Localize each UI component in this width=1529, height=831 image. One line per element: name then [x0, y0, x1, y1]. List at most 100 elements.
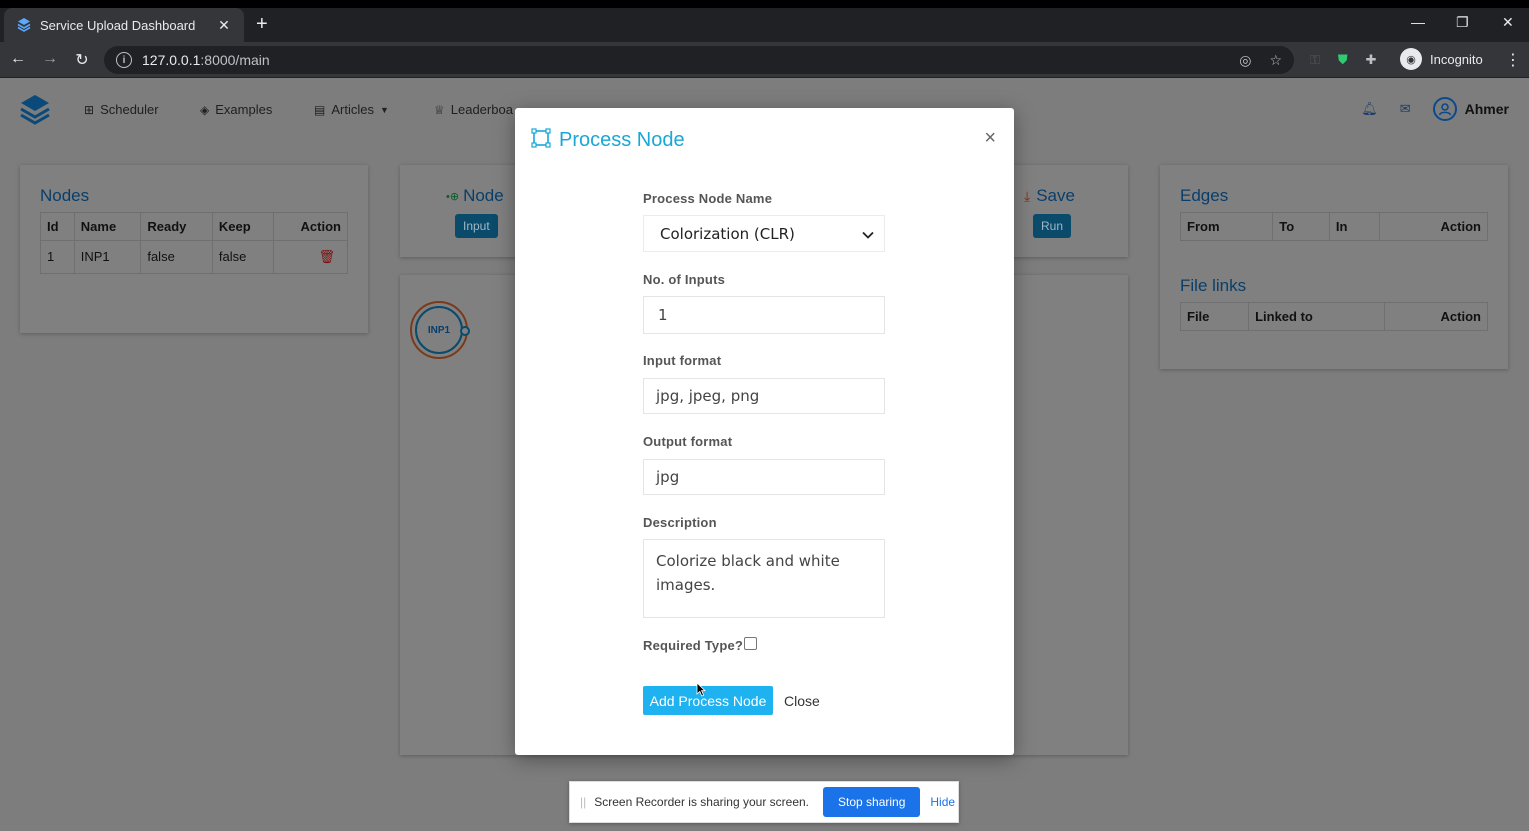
process-node-icon [531, 128, 551, 153]
input-node-button[interactable]: Input [455, 214, 498, 238]
modal-header: Process Node [531, 128, 685, 153]
browser-tab[interactable]: Service Upload Dashboard ✕ [4, 8, 244, 42]
bell-icon[interactable]: 🔔︎ [1361, 101, 1378, 117]
new-tab-button[interactable]: + [256, 14, 268, 34]
add-process-node-button[interactable]: Add Process Node [643, 686, 773, 715]
modal-close-icon[interactable]: × [984, 128, 996, 148]
incognito-icon: ◉ [1400, 48, 1422, 70]
process-node-name-select[interactable]: Colorization (CLR) [643, 215, 885, 252]
description-label: Description [643, 515, 717, 530]
incognito-badge[interactable]: ◉ Incognito [1400, 47, 1483, 71]
edges-card: Edges From To In Action File links File … [1160, 165, 1508, 369]
edges-table: From To In Action [1179, 212, 1489, 241]
inputs-label: No. of Inputs [643, 272, 726, 287]
reload-icon[interactable]: ↻ [72, 50, 92, 70]
cell-keep: false [211, 240, 275, 274]
nav-leaderboard[interactable]: ♕ Leaderboa [434, 102, 513, 117]
tracking-off-icon[interactable]: ◎ [1239, 52, 1251, 69]
user-menu[interactable]: Ahmer [1432, 97, 1509, 121]
extension-key-icon[interactable]: ⚿ [1310, 52, 1320, 68]
tab-title: Service Upload Dashboard [40, 17, 196, 33]
chevron-down-icon [862, 225, 874, 243]
screen-share-bar: || Screen Recorder is sharing your scree… [569, 781, 959, 823]
tab-close-icon[interactable]: ✕ [216, 17, 232, 34]
required-type-checkbox[interactable] [744, 637, 757, 650]
stop-sharing-button[interactable]: Stop sharing [823, 787, 921, 817]
mail-icon[interactable]: ✉ [1400, 101, 1411, 117]
process-node-name-label: Process Node Name [643, 191, 773, 206]
forward-icon[interactable]: → [40, 50, 60, 68]
layers-icon: ◈ [200, 102, 210, 117]
table-row: 1 INP1 false false 🗑︎ [40, 240, 348, 274]
edges-title: Edges [1180, 186, 1229, 205]
app-logo-icon[interactable] [18, 93, 52, 132]
browser-toolbar: ← → ↻ i 127.0.0.1:8000/main ◎ ☆ ⚿ ⛊ ✚ ◉ … [0, 42, 1529, 78]
nodes-card: Nodes Id Name Ready Keep Action 1 INP1 f… [20, 165, 368, 333]
run-button[interactable]: Run [1033, 214, 1072, 238]
share-message: Screen Recorder is sharing your screen. [594, 795, 809, 809]
nav-examples[interactable]: ◈ Examples [200, 102, 272, 117]
modal-title: Process Node [559, 129, 685, 151]
col-id: Id [40, 212, 75, 241]
nav-articles[interactable]: ▤ Articles ▼ [314, 102, 389, 117]
sitemap-icon: ⊞ [84, 102, 95, 117]
nav-leaderboard-label: Leaderboa [450, 102, 513, 117]
col-to: To [1272, 212, 1330, 241]
window-top-strip [0, 0, 1529, 8]
col-linked-to: Linked to [1248, 302, 1386, 331]
col-file-action: Action [1384, 302, 1488, 331]
tab-bar: Service Upload Dashboard ✕ + — ❐ ✕ [0, 8, 1529, 42]
browser-menu-icon[interactable]: ⋮ [1505, 50, 1521, 70]
address-bar[interactable]: i 127.0.0.1:8000/main ◎ ☆ [104, 46, 1294, 74]
cell-action: 🗑︎ [273, 240, 348, 274]
node-title-wrap: •⊕ Node [446, 186, 504, 206]
nav-articles-label: Articles [331, 102, 374, 117]
user-avatar-icon [1432, 97, 1457, 121]
nav-scheduler-label: Scheduler [100, 102, 159, 117]
input-format-field[interactable]: jpg, jpeg, png [643, 378, 885, 414]
col-edge-action: Action [1378, 212, 1489, 241]
drag-handle-icon[interactable]: || [580, 795, 586, 809]
caret-down-icon: ▼ [379, 104, 389, 115]
close-button[interactable]: Close [784, 693, 820, 709]
description-value: Colorize black and white images. [656, 552, 840, 594]
nav-examples-label: Examples [215, 102, 273, 117]
node-output-port-icon[interactable] [460, 326, 470, 336]
cell-ready: false [140, 240, 213, 274]
hide-button[interactable]: Hide [930, 795, 955, 809]
nodes-table: Id Name Ready Keep Action 1 INP1 false f… [40, 212, 348, 274]
output-format-field[interactable]: jpg [643, 459, 885, 495]
input-format-label: Input format [643, 353, 722, 368]
required-type-label: Required Type? [643, 638, 744, 653]
output-format-value: jpg [656, 468, 680, 486]
node-card: •⊕ Node Input [400, 165, 520, 257]
description-textarea[interactable]: Colorize black and white images. [643, 539, 885, 618]
newspaper-icon: ▤ [314, 102, 326, 117]
bookmark-star-icon[interactable]: ☆ [1269, 52, 1282, 69]
download-icon: ⤓ [1024, 187, 1031, 204]
url-host: 127.0.0.1 [142, 52, 201, 68]
node-title: Node [463, 186, 504, 205]
filelinks-table: File Linked to Action [1179, 302, 1488, 331]
col-keep: Keep [211, 212, 275, 241]
extension-shield-icon[interactable]: ⛊ [1338, 52, 1348, 68]
cell-name: INP1 [73, 240, 142, 274]
cell-id: 1 [40, 240, 75, 274]
site-info-icon[interactable]: i [116, 52, 132, 68]
minimize-icon[interactable]: — [1411, 14, 1425, 30]
inputs-field[interactable]: 1 [643, 296, 885, 334]
process-node-modal: Process Node × Process Node Name Coloriz… [515, 108, 1014, 755]
col-name: Name [73, 212, 142, 241]
url-path: :8000/main [200, 52, 270, 68]
output-format-label: Output format [643, 434, 733, 449]
extensions-puzzle-icon[interactable]: ✚ [1366, 52, 1377, 68]
restore-icon[interactable]: ❐ [1456, 14, 1469, 31]
trophy-icon: ♕ [434, 102, 445, 117]
incognito-label: Incognito [1430, 51, 1483, 67]
canvas-node-inp1[interactable]: INP1 [410, 301, 470, 359]
back-icon[interactable]: ← [8, 50, 28, 68]
col-in: In [1328, 212, 1380, 241]
nav-scheduler[interactable]: ⊞ Scheduler [84, 102, 159, 117]
window-close-icon[interactable]: ✕ [1502, 14, 1514, 31]
trash-icon[interactable]: 🗑︎ [318, 249, 335, 264]
